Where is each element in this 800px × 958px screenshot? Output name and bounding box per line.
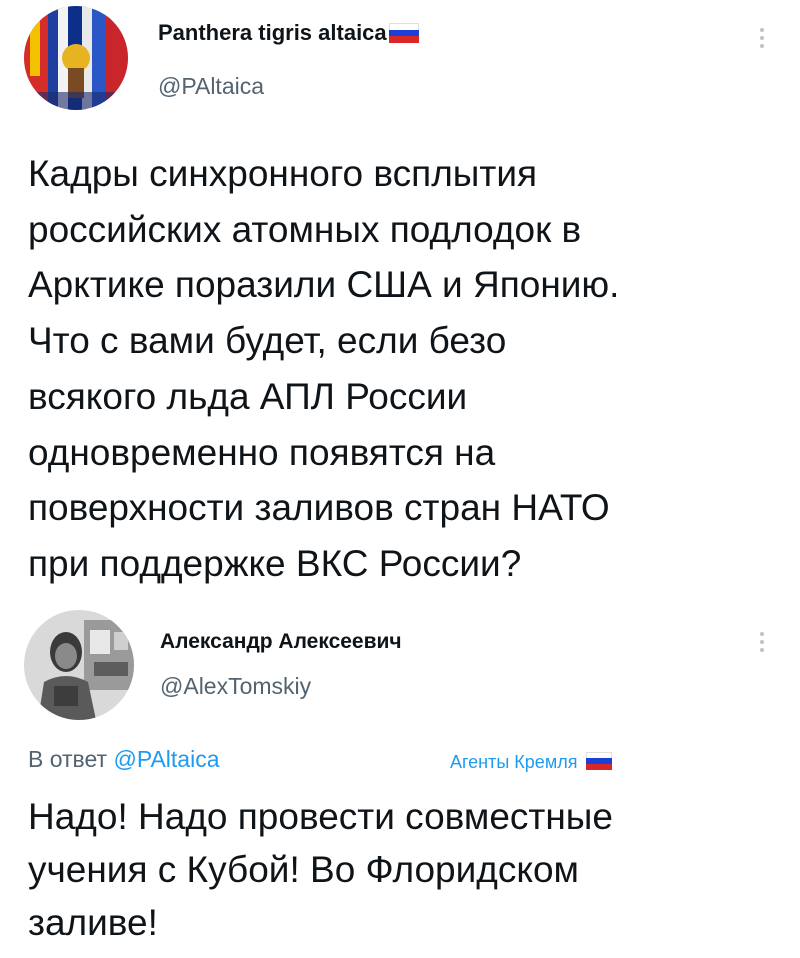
- reply-text: Надо! Надо провести совместные учения с …: [28, 796, 613, 943]
- tweet-text: Кадры синхронного всплытия российских ат…: [28, 153, 620, 584]
- reply-author-avatar[interactable]: [24, 610, 134, 720]
- reply-author-handle[interactable]: @AlexTomskiy: [160, 673, 311, 700]
- reply-mention-link[interactable]: @PAltaica: [113, 746, 219, 772]
- russian-flag-icon: [388, 23, 419, 44]
- more-options-icon[interactable]: [760, 28, 766, 52]
- kremlin-agents-label: Агенты Кремля: [450, 752, 578, 772]
- author-handle[interactable]: @PAltaica: [158, 73, 264, 100]
- photo-avatar-image: [24, 610, 134, 720]
- reply-more-options-icon[interactable]: [760, 632, 766, 656]
- russian-flag-icon: [586, 752, 613, 771]
- reply-author-name[interactable]: Александр Алексеевич: [160, 630, 402, 654]
- author-name[interactable]: Panthera tigris altaica: [158, 20, 419, 46]
- author-name-text: Panthera tigris altaica: [158, 20, 387, 45]
- replying-to: В ответ @PAltaica: [28, 746, 219, 773]
- reply-prefix: В ответ: [28, 746, 108, 772]
- kremlin-agents-tag[interactable]: Агенты Кремля: [450, 752, 613, 773]
- flags-avatar-image: [24, 6, 128, 110]
- author-avatar[interactable]: [24, 6, 128, 110]
- original-tweet: Panthera tigris altaica @PAltaica Кадры …: [0, 0, 800, 610]
